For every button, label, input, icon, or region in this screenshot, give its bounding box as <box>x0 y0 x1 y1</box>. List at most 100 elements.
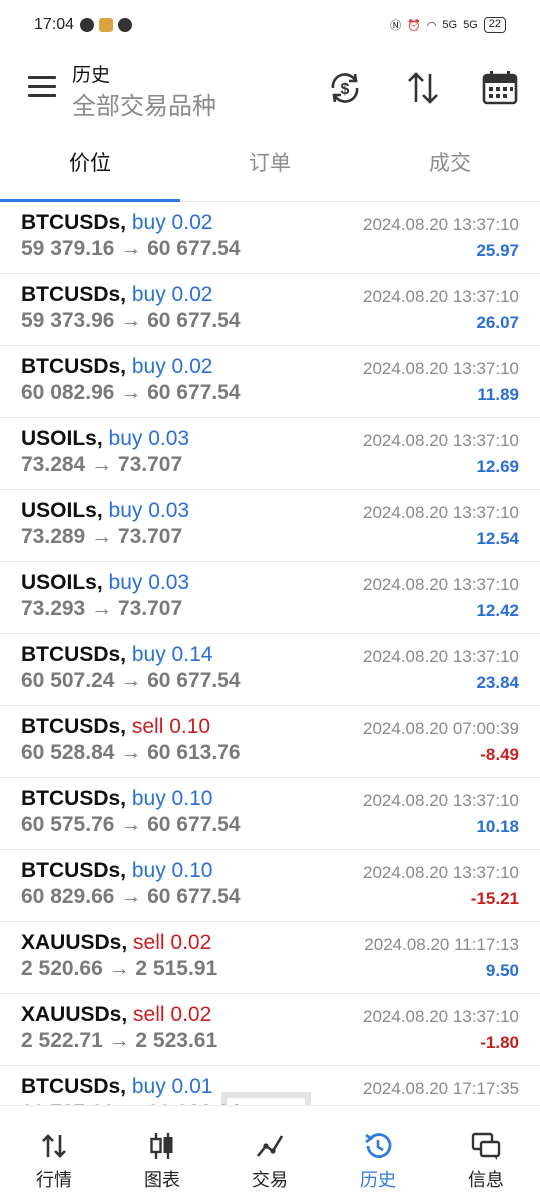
trade-history-list[interactable]: BTCUSDs, buy 0.02 59 379.16 → 60 677.54 20… <box>0 202 540 1105</box>
status-time: 17:04 <box>34 16 75 33</box>
symbol-name: BTCUSDs, <box>21 355 127 378</box>
symbol-name: XAUUSDs, <box>21 931 128 954</box>
trade-side-volume: buy 0.03 <box>108 499 190 522</box>
calendar-icon[interactable] <box>480 68 520 108</box>
symbol-name: USOILs, <box>21 571 103 594</box>
page-title: 历史 <box>72 65 111 86</box>
trade-time: 2024.08.20 13:37:10 <box>363 287 519 306</box>
trade-time: 2024.08.20 13:37:10 <box>363 863 519 882</box>
trade-row[interactable]: BTCUSDs, buy 0.02 60 082.96 → 60 677.54 20… <box>0 346 540 418</box>
trade-row[interactable]: USOILs, buy 0.03 73.293 → 73.707 2024.08.2… <box>0 562 540 634</box>
trade-profit: 9.50 <box>485 961 519 980</box>
symbol-name: BTCUSDs, <box>21 859 127 882</box>
trade-side-volume: buy 0.10 <box>131 859 213 882</box>
nav-trade[interactable]: 交易 <box>216 1106 324 1199</box>
nav-quotes[interactable]: 行情 <box>0 1106 108 1199</box>
tab-positions[interactable]: 价位 <box>0 134 180 202</box>
trade-prices: 60 829.66 → 60 677.54 <box>21 885 241 908</box>
trade-prices: 60 575.76 → 60 677.54 <box>21 813 241 836</box>
trade-symbol: USOILs, buy 0.03 <box>21 427 189 451</box>
nav-history-label: 历史 <box>360 1170 396 1190</box>
trade-side-volume: sell 0.10 <box>131 715 211 738</box>
currency-exchange-icon[interactable]: $ <box>325 68 365 108</box>
nav-messages[interactable]: 信息 <box>432 1106 540 1199</box>
symbol-name: BTCUSDs, <box>21 643 127 666</box>
trade-row[interactable]: BTCUSDs, buy 0.10 60 575.76 → 60 677.54 20… <box>0 778 540 850</box>
trade-prices: 73.289 → 73.707 <box>21 525 183 548</box>
bell-notification-icon <box>118 18 133 32</box>
trade-row[interactable]: BTCUSDs, sell 0.10 60 528.84 → 60 613.76 2… <box>0 706 540 778</box>
trade-profit: -8.49 <box>480 745 519 764</box>
svg-text:$: $ <box>341 81 350 98</box>
trade-side-volume: buy 0.14 <box>131 643 213 666</box>
tab-orders[interactable]: 订单 <box>180 134 360 201</box>
signal-a-icon: 5G <box>442 19 458 31</box>
trade-time: 2024.08.20 13:37:10 <box>363 575 519 594</box>
nav-history[interactable]: 历史 <box>324 1106 432 1199</box>
trade-side-volume: buy 0.10 <box>131 787 213 810</box>
trade-symbol: XAUUSDs, sell 0.02 <box>21 1003 211 1027</box>
history-tabs: 价位 订单 成交 <box>0 134 540 202</box>
trade-symbol: XAUUSDs, sell 0.02 <box>21 931 211 955</box>
trade-row[interactable]: XAUUSDs, sell 0.02 2 522.71 → 2 523.61 202… <box>0 994 540 1066</box>
trade-prices: 2 522.71 → 2 523.61 <box>21 1029 218 1052</box>
trade-time: 2024.08.20 13:37:10 <box>363 359 519 378</box>
trade-row[interactable]: USOILs, buy 0.03 73.289 → 73.707 2024.08.2… <box>0 490 540 562</box>
trade-prices: 59 379.16 → 60 677.54 <box>21 237 241 260</box>
trade-profit: -1.80 <box>480 1033 519 1052</box>
tab-deals[interactable]: 成交 <box>360 134 540 201</box>
trade-row[interactable]: USOILs, buy 0.03 73.284 → 73.707 2024.08.2… <box>0 418 540 490</box>
app-notification-icon <box>99 18 114 32</box>
trade-profit: 11.89 <box>477 385 519 404</box>
hamburger-menu-icon[interactable] <box>28 76 56 98</box>
trade-symbol: BTCUSDs, buy 0.10 <box>21 859 212 883</box>
sort-arrows-icon[interactable] <box>403 68 443 108</box>
status-bar: 17:04 Ⓝ ⏰ ◠ 5G 5G 22 <box>0 0 540 50</box>
trade-side-volume: sell 0.02 <box>133 931 212 954</box>
trade-row[interactable]: BTCUSDs, buy 0.10 60 829.66 → 60 677.54 20… <box>0 850 540 922</box>
symbol-name: XAUUSDs, <box>21 1003 128 1026</box>
symbol-filter[interactable]: 全部交易品种 <box>72 86 216 121</box>
trade-profit: 10.18 <box>476 817 519 836</box>
trade-symbol: BTCUSDs, buy 0.10 <box>21 787 212 811</box>
symbol-name: BTCUSDs, <box>21 787 127 810</box>
trade-time: 2024.08.20 13:37:10 <box>363 647 519 666</box>
chat-notification-icon <box>80 18 95 32</box>
quotes-arrows-icon <box>42 1134 66 1158</box>
trade-profit: 23.84 <box>476 673 519 692</box>
symbol-name: BTCUSDs, <box>21 211 127 234</box>
trade-row[interactable]: BTCUSDs, buy 0.02 59 373.96 → 60 677.54 20… <box>0 274 540 346</box>
trade-time: 2024.08.20 13:37:10 <box>363 791 519 810</box>
trade-side-volume: buy 0.02 <box>131 211 213 234</box>
trade-time: 2024.08.20 07:00:39 <box>363 719 519 738</box>
trade-side-volume: buy 0.03 <box>108 571 190 594</box>
trade-profit: 25.97 <box>476 241 519 260</box>
trade-prices: 60 082.96 → 60 677.54 <box>21 381 241 404</box>
trade-prices: 59 373.96 → 60 677.54 <box>21 309 241 332</box>
nav-charts-label: 图表 <box>144 1170 180 1190</box>
trade-prices: 73.284 → 73.707 <box>21 453 183 476</box>
trade-row[interactable]: XAUUSDs, sell 0.02 2 520.66 → 2 515.91 202… <box>0 922 540 994</box>
trade-symbol: BTCUSDs, sell 0.10 <box>21 715 210 739</box>
nav-charts[interactable]: 图表 <box>108 1106 216 1199</box>
bottom-navigation: 行情 图表 交易 历史 信息 <box>0 1105 540 1199</box>
messages-icon <box>471 1132 501 1160</box>
symbol-name: USOILs, <box>21 427 103 450</box>
notification-icons <box>80 18 133 32</box>
battery-icon: 22 <box>483 17 506 33</box>
trade-time: 2024.08.20 13:37:10 <box>363 431 519 450</box>
wifi-icon: ◠ <box>426 19 437 32</box>
nav-quotes-label: 行情 <box>36 1170 72 1190</box>
trade-row[interactable]: BTCUSDs, buy 0.02 59 379.16 → 60 677.54 20… <box>0 202 540 274</box>
trade-symbol: USOILs, buy 0.03 <box>21 571 189 595</box>
trade-symbol: BTCUSDs, buy 0.02 <box>21 355 212 379</box>
symbol-name: BTCUSDs, <box>21 715 127 738</box>
trade-time: 2024.08.20 11:17:13 <box>364 935 519 954</box>
candlestick-chart-icon <box>150 1133 173 1159</box>
trade-row[interactable]: BTCUSDs, buy 0.0160 787.66 → 60 681.1420… <box>0 1066 540 1105</box>
trade-time: 2024.08.20 17:17:35 <box>363 1079 519 1098</box>
trade-time: 2024.08.20 13:37:10 <box>363 1007 519 1026</box>
trade-row[interactable]: BTCUSDs, buy 0.14 60 507.24 → 60 677.54 20… <box>0 634 540 706</box>
trade-prices: 2 520.66 → 2 515.91 <box>21 957 218 980</box>
symbol-name: USOILs, <box>21 499 103 522</box>
